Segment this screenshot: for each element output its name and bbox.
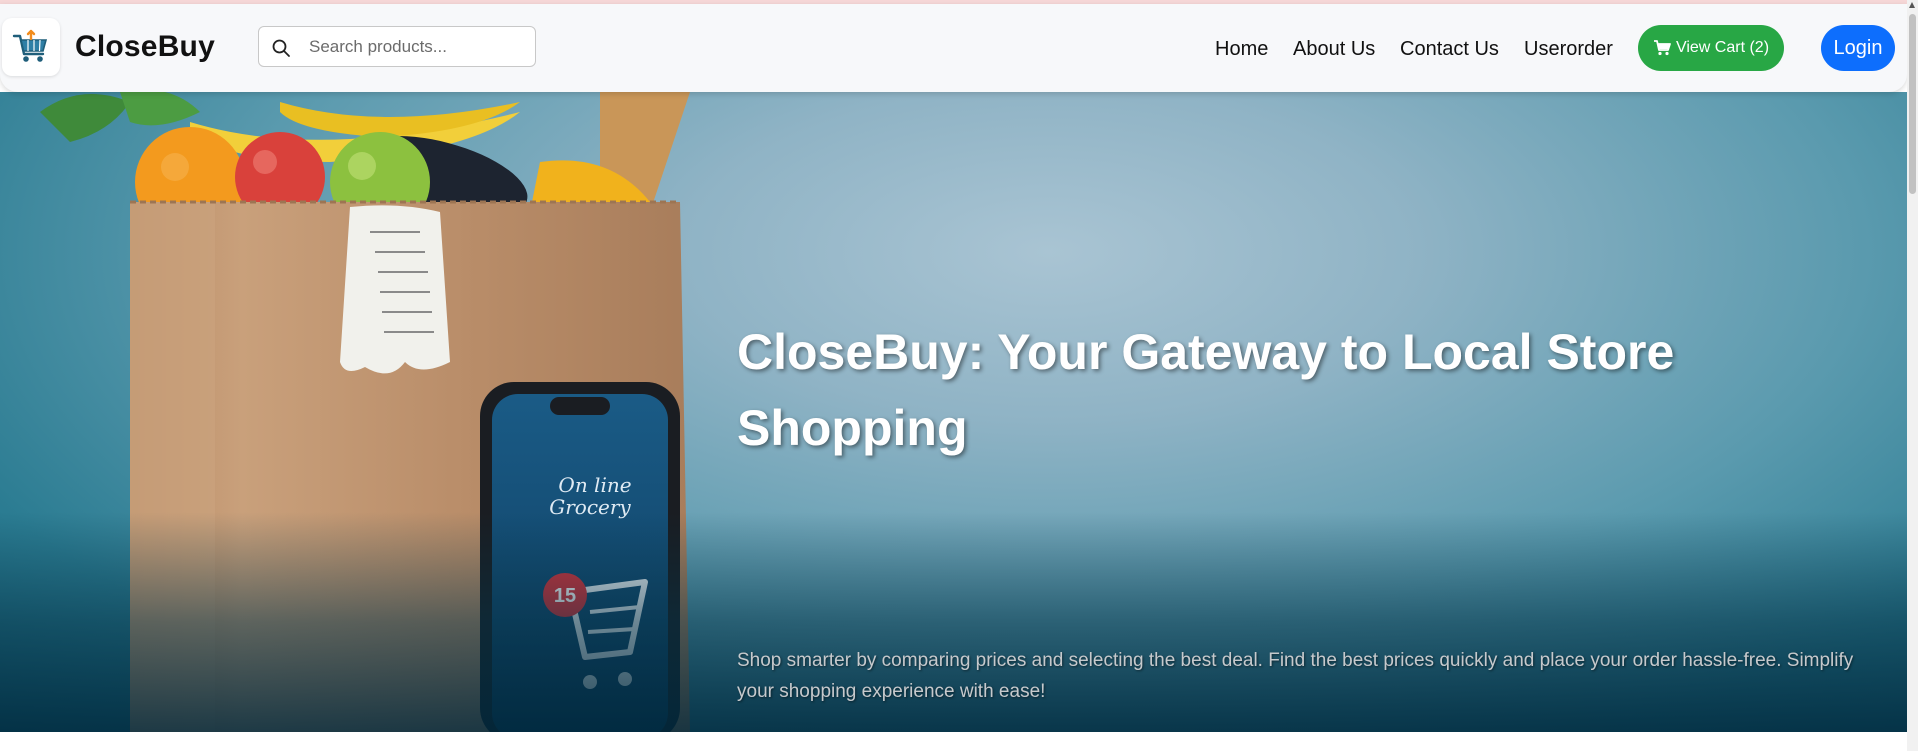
search-input[interactable] <box>309 27 529 66</box>
nav-link-about-us[interactable]: About Us <box>1293 38 1375 61</box>
logo[interactable] <box>2 18 60 76</box>
scroll-up-arrow-icon[interactable] <box>1909 2 1915 8</box>
search-box <box>258 26 536 67</box>
view-cart-label: View Cart (2) <box>1675 39 1770 56</box>
shopping-cart-logo-icon <box>12 29 48 62</box>
nav-link-userorder[interactable]: Userorder <box>1524 38 1613 61</box>
page-below-hero <box>0 732 1907 751</box>
navbar: CloseBuy Home About Us Contact Us Useror… <box>0 4 1907 92</box>
brand-name[interactable]: CloseBuy <box>75 30 215 64</box>
vertical-scrollbar[interactable] <box>1907 0 1918 751</box>
phone-screen-text-line1: On line <box>558 473 631 497</box>
hero-banner: On line Grocery 15 CloseBuy: Your Gatewa… <box>0 92 1907 732</box>
nav-link-contact-us[interactable]: Contact Us <box>1400 38 1499 61</box>
nav-link-home[interactable]: Home <box>1215 38 1268 61</box>
hero-title: CloseBuy: Your Gateway to Local Store Sh… <box>737 324 1675 456</box>
login-button[interactable]: Login <box>1821 25 1895 71</box>
search-icon[interactable] <box>271 38 291 58</box>
hero-subtitle: Shop smarter by comparing prices and sel… <box>737 650 1854 702</box>
view-cart-button[interactable]: View Cart (2) <box>1638 25 1784 71</box>
cart-icon <box>1653 40 1671 56</box>
scrollbar-thumb[interactable] <box>1909 14 1916 194</box>
